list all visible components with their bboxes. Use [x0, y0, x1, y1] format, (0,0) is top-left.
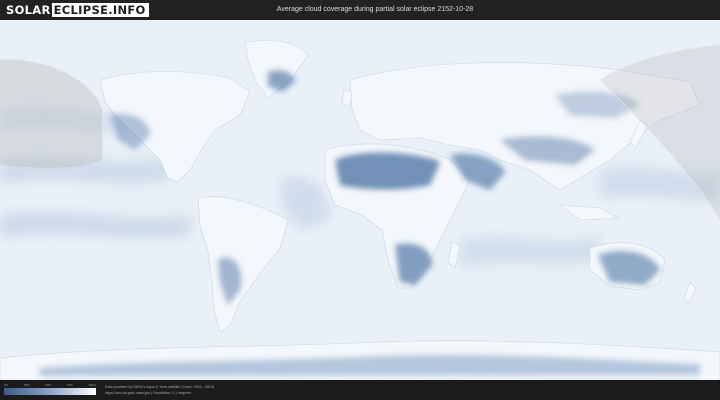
world-map-svg — [0, 20, 720, 380]
site-logo[interactable]: SOLAR ECLIPSE.INFO — [6, 3, 149, 17]
uk — [341, 89, 353, 107]
cloud-coverage-map[interactable] — [0, 20, 720, 380]
credit-line-url[interactable]: https://neo.sci.gsfc.nasa.gov | Resoluti… — [105, 390, 365, 396]
logo-text-solar: SOLAR — [6, 3, 51, 17]
cloud-coverage-legend: 0% 25% 50% 75% 100% — [4, 383, 96, 397]
page-title: Average cloud coverage during partial so… — [276, 6, 474, 13]
legend-gradient-bar — [4, 388, 96, 395]
header-bar: SOLAR ECLIPSE.INFO Average cloud coverag… — [0, 0, 720, 20]
logo-text-eclipse-info: ECLIPSE.INFO — [51, 3, 149, 17]
data-credits: Data provided by NASA's Aqua & Terra sat… — [105, 384, 365, 396]
